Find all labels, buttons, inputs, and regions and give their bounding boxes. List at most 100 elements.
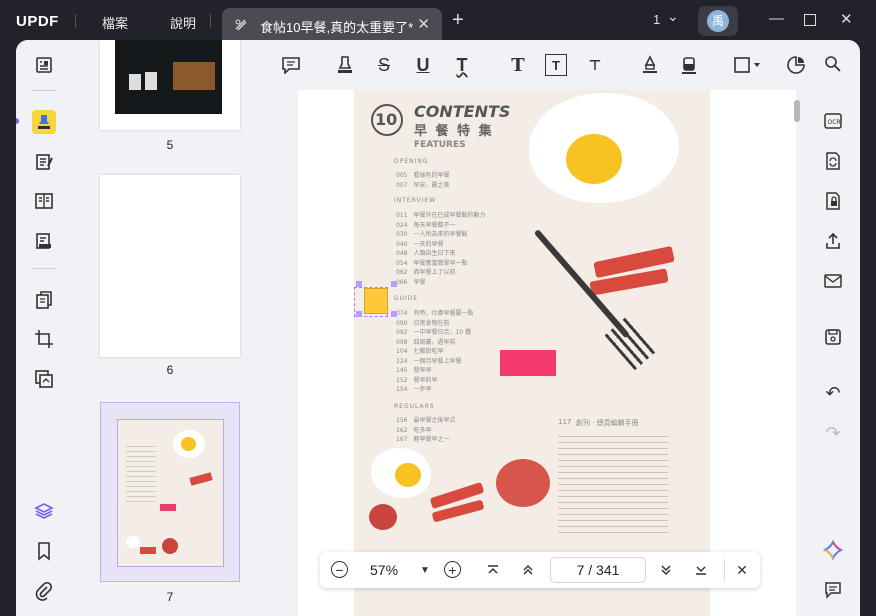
first-page-icon[interactable] (484, 561, 502, 579)
page-navigation-bar: − 57% ▼ + 7 / 341 ✕ (320, 552, 760, 588)
organize-pages-button[interactable] (32, 288, 56, 312)
document-area: S U T T T ⊤ 10 CONTENTS 早 餐 特 集 FEATURES… (278, 40, 806, 616)
new-tab-button[interactable]: + (452, 9, 464, 32)
ai-assistant-icon[interactable] (822, 539, 844, 561)
comment-mode-button[interactable] (32, 110, 56, 134)
toc-entry: 154 一步早 (396, 384, 473, 394)
toc-entry: 152 餐早的早 (396, 375, 473, 385)
text-comment-icon[interactable]: T (507, 54, 529, 76)
close-window-icon[interactable]: ✕ (840, 10, 853, 28)
resize-handle[interactable] (391, 311, 397, 317)
yellow-rectangle-annotation[interactable] (364, 288, 388, 314)
close-tab-icon[interactable]: ✕ (417, 15, 430, 33)
bookmark-icon (38, 542, 50, 561)
shape-icon[interactable] (733, 54, 763, 76)
section-interview: INTERVIEW (394, 197, 437, 204)
share-icon[interactable] (822, 230, 844, 252)
close-navigation-icon[interactable]: ✕ (733, 561, 751, 579)
user-avatar-button[interactable]: 禹 (698, 6, 738, 36)
zoom-out-icon[interactable]: − (331, 561, 348, 578)
text-callout-icon[interactable]: ⊤ (584, 54, 606, 76)
save-icon[interactable] (822, 326, 844, 348)
toc-page-number: 040 (396, 240, 408, 248)
tomato (369, 504, 397, 530)
toc-entry: 162 吃多早 (396, 425, 455, 435)
toc-page-number: 154 (396, 386, 408, 393)
reader-mode-button[interactable] (32, 53, 56, 77)
toc-entry: 062 而早餐上了以前 (396, 267, 485, 277)
toc-page-number: 030 (396, 231, 408, 238)
zoom-in-icon[interactable]: + (444, 561, 461, 578)
toc-title: 吃多早 (413, 426, 432, 434)
toc-page-number: 156 (396, 417, 408, 424)
divider (210, 14, 211, 28)
bookmarks-button[interactable] (32, 539, 56, 563)
thumbnail-label: 7 (166, 590, 174, 604)
protect-icon[interactable] (822, 190, 844, 212)
toc-title: 一個月早餐上早餐 (413, 357, 462, 365)
egg-yolk (566, 134, 622, 184)
page-separator: / (588, 562, 593, 578)
zoom-dropdown-icon[interactable]: ▼ (416, 561, 434, 579)
maximize-icon[interactable] (804, 14, 816, 26)
resize-handle[interactable] (391, 281, 397, 287)
toc-entry: 040 一天的早餐 (396, 239, 485, 249)
convert-pdf-icon[interactable] (822, 150, 844, 172)
thumbnail-page-6[interactable] (100, 175, 240, 357)
undo-icon[interactable]: ↶ (822, 382, 844, 404)
underline-icon[interactable]: U (412, 54, 434, 76)
minimize-icon[interactable]: — (769, 10, 784, 27)
note-icon[interactable] (280, 54, 302, 76)
email-icon[interactable] (822, 270, 844, 292)
squiggly-icon[interactable]: T (451, 54, 473, 76)
pink-rectangle-annotation[interactable] (500, 350, 556, 376)
toc-page-number: 152 (396, 376, 408, 384)
chevron-down-icon[interactable]: ⌄ (667, 8, 679, 25)
next-page-icon[interactable] (657, 561, 675, 579)
app-logo: UPDF (16, 13, 59, 30)
app-window: 5 6 7 S U T T T ⊤ 10 CONTENTS 早 餐 特 集 FE… (16, 40, 860, 616)
strikethrough-icon[interactable]: S (373, 54, 395, 76)
toc-page-number: 092 (396, 329, 408, 336)
resize-handle[interactable] (356, 311, 362, 317)
toc-title: 早餐外在已成早餐飯的動力 (413, 212, 486, 219)
text-box-icon[interactable]: T (545, 54, 567, 76)
attachments-button[interactable] (32, 579, 56, 603)
resize-handle[interactable] (356, 281, 362, 287)
comments-list-icon[interactable] (822, 579, 844, 601)
redo-icon[interactable]: ↷ (822, 422, 844, 444)
convert-button[interactable] (32, 367, 56, 391)
pdf-viewer[interactable]: 10 CONTENTS 早 餐 特 集 FEATURES OPENING 005… (298, 90, 796, 616)
edit-pdf-button[interactable] (32, 150, 56, 174)
highlight-icon[interactable] (334, 54, 356, 76)
vertical-scrollbar[interactable] (794, 100, 800, 122)
eraser-icon[interactable] (678, 54, 700, 76)
form-button[interactable] (32, 229, 56, 253)
last-page-icon[interactable] (692, 561, 710, 579)
sticker-icon[interactable] (785, 54, 807, 76)
toc-page-number: 054 (396, 259, 408, 267)
toc-entry: 092 一中早餐日合，10 種 (396, 327, 473, 337)
thumbnail-page-5[interactable] (100, 40, 240, 130)
ocr-icon[interactable]: OCR (822, 110, 844, 132)
reader-icon (36, 57, 52, 73)
toc-entry: 048 人類自生日下來 (396, 248, 485, 258)
avatar: 禹 (707, 10, 729, 32)
page-view-button[interactable] (32, 189, 56, 213)
search-icon[interactable] (822, 53, 844, 75)
paperclip-icon (35, 581, 53, 601)
crop-button[interactable] (32, 327, 56, 351)
toc-page-number: 090 (396, 319, 408, 327)
document-tab[interactable]: 食帖10早餐,真的太重要了* ✕ (222, 8, 442, 42)
toc-title: 四周叢，過早前 (413, 338, 456, 346)
menu-file[interactable]: 檔案 (102, 13, 128, 32)
toc-entry: 090 日常食物在前 (396, 318, 473, 328)
previous-page-icon[interactable] (519, 561, 537, 579)
layers-button[interactable] (32, 499, 56, 523)
thumbnail-page-7-selected[interactable] (100, 402, 240, 582)
toc-entry: 145 發早早 (396, 365, 473, 375)
zoom-level[interactable]: 57% (370, 562, 398, 578)
pencil-icon[interactable] (639, 54, 661, 76)
page-number-input[interactable]: 7 / 341 (550, 557, 646, 583)
menu-help[interactable]: 說明 (170, 13, 196, 32)
